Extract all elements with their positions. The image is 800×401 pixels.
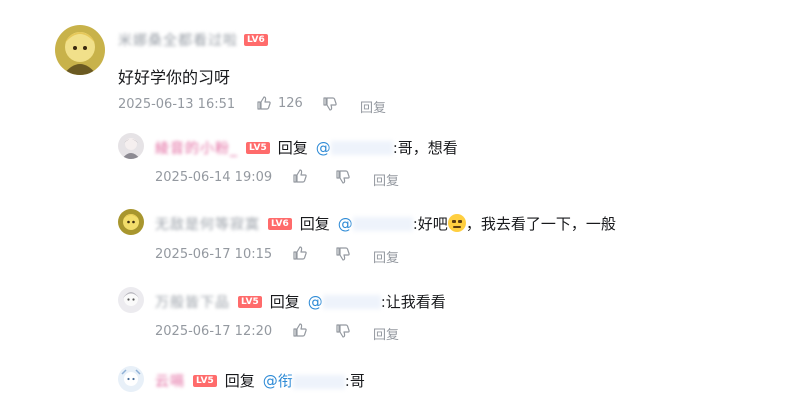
thumbs-up-icon xyxy=(293,246,307,260)
dislike-button[interactable] xyxy=(322,96,338,112)
level-badge: LV5 xyxy=(193,374,217,387)
avatar[interactable] xyxy=(118,366,144,392)
mention-text: @ xyxy=(337,214,353,233)
mention-link[interactable]: @衔 xyxy=(263,370,345,391)
reply-text: :好吧 ，我去看了一下，一般 xyxy=(413,213,616,234)
username[interactable]: 綾音的小粉_ xyxy=(155,138,238,158)
mention-text: @衔 xyxy=(262,372,293,390)
reply-button[interactable]: 回复 xyxy=(360,97,386,116)
thumbs-down-icon xyxy=(323,97,337,111)
comment-date: 2025-06-13 16:51 xyxy=(118,97,236,112)
reply-button[interactable]: 回复 xyxy=(373,324,399,343)
thumbs-up-icon xyxy=(293,323,307,337)
redacted-name xyxy=(330,141,393,155)
reply-text: :哥 xyxy=(344,372,365,390)
mention-text: @ xyxy=(307,292,323,311)
username[interactable]: 万般皆下品 xyxy=(155,292,230,312)
thumbs-down-icon xyxy=(336,170,350,184)
emoji-icon xyxy=(447,214,466,232)
redacted-name xyxy=(352,217,413,231)
mention-link[interactable]: @ xyxy=(316,139,393,157)
dislike-button[interactable] xyxy=(335,246,351,262)
thumbs-down-icon xyxy=(336,324,350,338)
like-button[interactable] xyxy=(292,322,308,338)
mention-link[interactable]: @ xyxy=(338,215,413,233)
like-button[interactable] xyxy=(292,245,308,261)
comment-text: 好好学你的习呀 xyxy=(118,68,231,87)
thumbs-up-icon xyxy=(257,96,271,110)
reply-text-start: :好吧 xyxy=(412,215,448,233)
level-badge: LV5 xyxy=(238,295,262,308)
reply-button[interactable]: 回复 xyxy=(373,170,399,189)
reply-date: 2025-06-14 19:09 xyxy=(155,170,273,185)
avatar[interactable] xyxy=(118,287,144,313)
reply-prefix: 回复 xyxy=(224,372,255,390)
reply-date: 2025-06-17 12:20 xyxy=(155,324,273,339)
reply-date: 2025-06-17 10:15 xyxy=(155,247,273,262)
avatar[interactable] xyxy=(118,133,144,159)
reply-text: :让我看看 xyxy=(380,293,446,311)
reply-prefix: 回复 xyxy=(269,293,300,311)
level-badge: LV5 xyxy=(246,141,270,154)
level-badge: LV6 xyxy=(268,217,292,230)
dislike-button[interactable] xyxy=(335,323,351,339)
dislike-button[interactable] xyxy=(335,169,351,185)
reply-button[interactable]: 回复 xyxy=(373,247,399,266)
thumbs-down-icon xyxy=(336,247,350,261)
avatar[interactable] xyxy=(118,209,144,235)
reply-prefix: 回复 xyxy=(277,139,308,157)
mention-link[interactable]: @ xyxy=(308,293,381,311)
level-badge: LV6 xyxy=(244,34,268,46)
reply-text-end: ，我去看了一下，一般 xyxy=(465,215,616,233)
like-count: 126 xyxy=(278,95,303,111)
mention-text: @ xyxy=(315,138,331,157)
like-button[interactable]: 126 xyxy=(256,95,303,111)
comment-header: 米娜桑全都看过啦 LV6 xyxy=(118,30,268,50)
username[interactable]: 米娜桑全都看过啦 xyxy=(118,30,238,50)
reply-header: 无敌是何等寂寞 LV6 回复 @ :好吧 ，我去看了一下，一般 xyxy=(155,213,616,234)
redacted-name xyxy=(322,295,381,309)
reply-header: 綾音的小粉_ LV5 回复 @ :哥，想看 xyxy=(155,137,458,158)
reply-header: 万般皆下品 LV5 回复 @ :让我看看 xyxy=(155,291,446,312)
redacted-name xyxy=(292,374,345,389)
avatar[interactable] xyxy=(55,25,105,75)
reply-header: 云嗝 LV5 回复 @衔 :哥 xyxy=(155,370,365,391)
username[interactable]: 云嗝 xyxy=(155,371,185,391)
reply-text: :哥，想看 xyxy=(392,139,458,157)
like-button[interactable] xyxy=(292,168,308,184)
username[interactable]: 无敌是何等寂寞 xyxy=(155,214,260,234)
thumbs-up-icon xyxy=(293,169,307,183)
reply-prefix: 回复 xyxy=(299,215,330,233)
